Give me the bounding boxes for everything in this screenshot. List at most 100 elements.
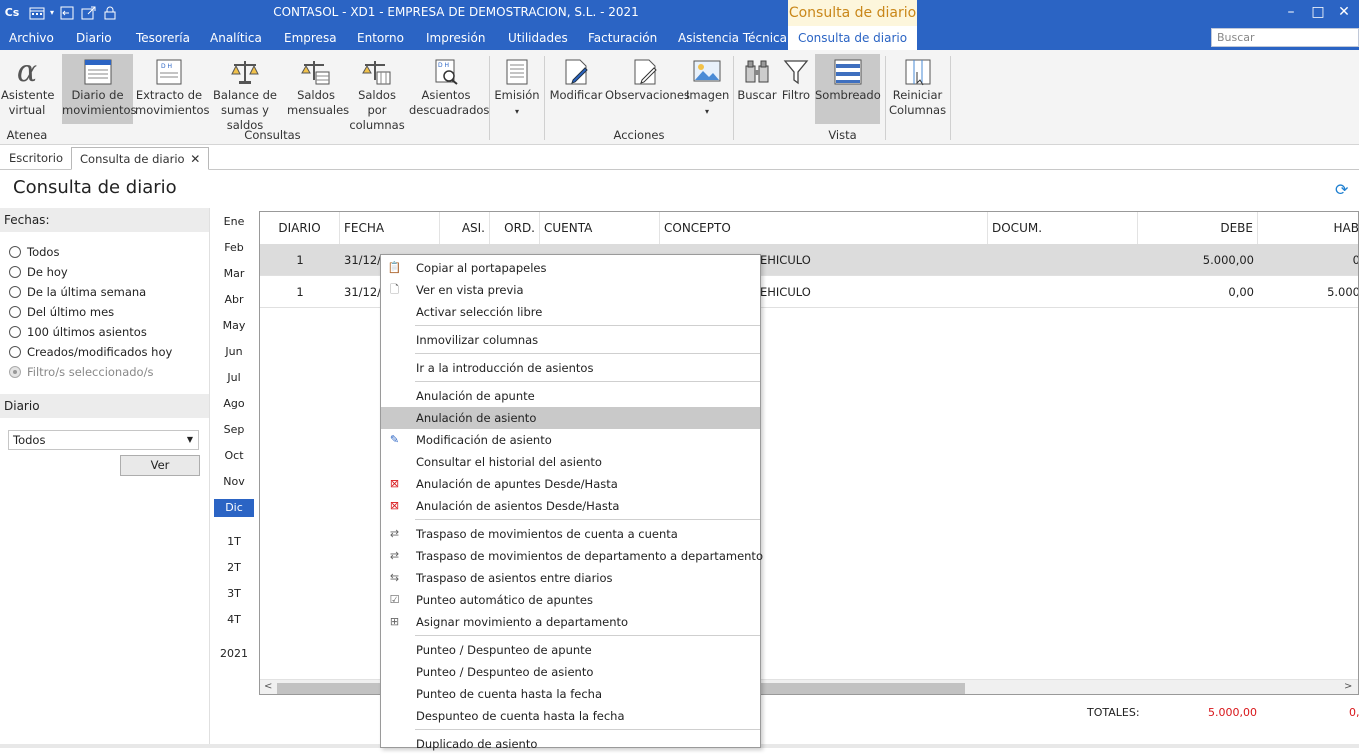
observaciones-button[interactable]: Observaciones [605, 54, 690, 124]
menu-archivo[interactable]: Archivo [9, 26, 54, 50]
col-header-asi[interactable]: ASI. [440, 212, 490, 244]
asistente-virtual-button[interactable]: α Asistente virtual [1, 54, 55, 124]
month-abr[interactable]: Abr [214, 291, 254, 309]
diario-select[interactable]: Todos ▼ [8, 430, 199, 450]
menu-item-seleccion-libre[interactable]: Activar selección libre [381, 301, 760, 323]
month-ago[interactable]: Ago [214, 395, 254, 413]
tab-consulta-de-diario[interactable]: Consulta de diario ✕ [71, 147, 210, 170]
menu-item-traspaso-cuenta[interactable]: ⇄ Traspaso de movimientos de cuenta a cue… [381, 523, 760, 545]
menu-item-duplicado-asiento[interactable]: Duplicado de asiento [381, 733, 760, 755]
menu-item-label: Traspaso de asientos entre diarios [416, 571, 613, 585]
menu-item-punteo-apunte[interactable]: Punteo / Despunteo de apunte [381, 639, 760, 661]
menu-item-label: Anulación de asiento [416, 411, 537, 425]
asientos-descuadrados-button[interactable]: D H Asientos descuadrados [409, 54, 489, 124]
filtro-button[interactable]: Filtro [778, 54, 814, 124]
month-ene[interactable]: Ene [214, 213, 254, 231]
menu-separator [415, 325, 760, 326]
menu-item-copiar[interactable]: 📋 Copiar al portapapeles [381, 257, 760, 279]
month-dic[interactable]: Dic [214, 499, 254, 517]
saldos-por-columnas-button[interactable]: Saldos por columnas [347, 54, 407, 132]
group-divider [489, 56, 490, 140]
radio-de-hoy[interactable]: De hoy [9, 264, 68, 280]
modificar-button[interactable]: Modificar [549, 54, 603, 124]
menu-consulta-de-diario[interactable]: Consulta de diario [788, 26, 917, 51]
col-header-diario[interactable]: DIARIO [260, 212, 340, 244]
menu-item-punteo-cuenta[interactable]: Punteo de cuenta hasta la fecha [381, 683, 760, 705]
radio-ultimo-mes[interactable]: Del último mes [9, 304, 114, 320]
menu-item-modificacion-asiento[interactable]: ✎ Modificación de asiento [381, 429, 760, 451]
month-jul[interactable]: Jul [214, 369, 254, 387]
year-selector[interactable]: 2021 [214, 645, 254, 663]
scroll-left-icon[interactable]: < [264, 681, 272, 692]
quarter-3t[interactable]: 3T [214, 585, 254, 603]
menu-item-anulacion-asientos-rango[interactable]: ⊠ Anulación de asientos Desde/Hasta [381, 495, 760, 517]
col-header-fecha[interactable]: FECHA [340, 212, 440, 244]
quarter-2t[interactable]: 2T [214, 559, 254, 577]
menu-asistencia-tecnica[interactable]: Asistencia Técnica [678, 26, 787, 50]
scale-columns-icon [362, 61, 391, 85]
diario-de-movimientos-button[interactable]: Diario de movimientos [62, 54, 137, 124]
menu-item-traspaso-departamento[interactable]: ⇄ Traspaso de movimientos de departamento… [381, 545, 763, 567]
month-sep[interactable]: Sep [214, 421, 254, 439]
menu-item-ir-introduccion[interactable]: Ir a la introducción de asientos [381, 357, 760, 379]
radio-ultima-semana[interactable]: De la última semana [9, 284, 146, 300]
menu-entorno[interactable]: Entorno [357, 26, 404, 50]
month-nov[interactable]: Nov [214, 473, 254, 491]
menu-impresion[interactable]: Impresión [426, 26, 485, 50]
saldos-mensuales-button[interactable]: Saldos mensuales [287, 54, 349, 124]
balance-sumas-saldos-button[interactable]: Balance de sumas y saldos [205, 54, 285, 132]
menu-diario[interactable]: Diario [76, 26, 112, 50]
month-may[interactable]: May [214, 317, 254, 335]
radio-label: Todos [27, 245, 60, 259]
svg-text:D H: D H [438, 62, 449, 69]
menu-item-label: Asignar movimiento a departamento [416, 615, 629, 629]
search-input[interactable]: Buscar [1211, 28, 1359, 47]
menu-item-vista-previa[interactable]: 🗋 Ver en vista previa [381, 279, 760, 301]
menu-item-anulacion-asiento[interactable]: Anulación de asiento [381, 407, 760, 429]
quarter-1t[interactable]: 1T [214, 533, 254, 551]
menu-utilidades[interactable]: Utilidades [508, 26, 568, 50]
reiniciar-columnas-button[interactable]: Reiniciar Columnas [889, 54, 946, 124]
emision-button[interactable]: Emisión ▾ [494, 54, 540, 124]
close-tab-icon[interactable]: ✕ [190, 152, 200, 166]
menu-item-punteo-asiento[interactable]: Punteo / Despunteo de asiento [381, 661, 760, 683]
sombreado-button[interactable]: Sombreado [815, 54, 881, 124]
extracto-de-movimientos-button[interactable]: D H Extracto de movimientos [135, 54, 210, 124]
col-header-ord[interactable]: ORD. [490, 212, 540, 244]
col-header-concepto[interactable]: CONCEPTO [660, 212, 988, 244]
refresh-icon[interactable]: ⟳ [1335, 180, 1348, 199]
menu-analitica[interactable]: Analítica [210, 26, 262, 50]
menu-item-traspaso-diarios[interactable]: ⇆ Traspaso de asientos entre diarios [381, 567, 760, 589]
col-header-haber[interactable]: HAB [1258, 212, 1358, 244]
buscar-button[interactable]: Buscar [737, 54, 777, 124]
menu-empresa[interactable]: Empresa [284, 26, 337, 50]
radio-100-ultimos[interactable]: 100 últimos asientos [9, 324, 147, 340]
menu-item-historial[interactable]: Consultar el historial del asiento [381, 451, 760, 473]
menu-item-punteo-automatico[interactable]: ☑ Punteo automático de apuntes [381, 589, 760, 611]
menu-item-anulacion-apuntes-rango[interactable]: ⊠ Anulación de apuntes Desde/Hasta [381, 473, 760, 495]
month-jun[interactable]: Jun [214, 343, 254, 361]
month-oct[interactable]: Oct [214, 447, 254, 465]
scroll-right-icon[interactable]: > [1344, 681, 1352, 692]
month-feb[interactable]: Feb [214, 239, 254, 257]
month-mar[interactable]: Mar [214, 265, 254, 283]
close-icon[interactable]: ✕ [1329, 2, 1359, 22]
menu-item-inmovilizar[interactable]: Inmovilizar columnas [381, 329, 760, 351]
col-header-cuenta[interactable]: CUENTA [540, 212, 660, 244]
tab-escritorio[interactable]: Escritorio [1, 147, 71, 170]
radio-todos[interactable]: Todos [9, 244, 59, 260]
ver-button[interactable]: Ver [120, 455, 200, 476]
minimize-icon[interactable]: – [1276, 2, 1306, 22]
col-header-debe[interactable]: DEBE [1138, 212, 1258, 244]
menu-facturacion[interactable]: Facturación [588, 26, 657, 50]
col-header-docum[interactable]: DOCUM. [988, 212, 1138, 244]
transfer-icon: ⇄ [389, 549, 400, 562]
menu-tesoreria[interactable]: Tesorería [136, 26, 190, 50]
quarter-4t[interactable]: 4T [214, 611, 254, 629]
imagen-button[interactable]: Imagen ▾ [686, 54, 729, 124]
menu-item-despunteo-cuenta[interactable]: Despunteo de cuenta hasta la fecha [381, 705, 760, 727]
search-doc-icon: D H [435, 59, 458, 85]
menu-item-anulacion-apunte[interactable]: Anulación de apunte [381, 385, 760, 407]
menu-item-asignar-departamento[interactable]: ⊞ Asignar movimiento a departamento [381, 611, 760, 633]
radio-creados-hoy[interactable]: Creados/modificados hoy [9, 344, 172, 360]
